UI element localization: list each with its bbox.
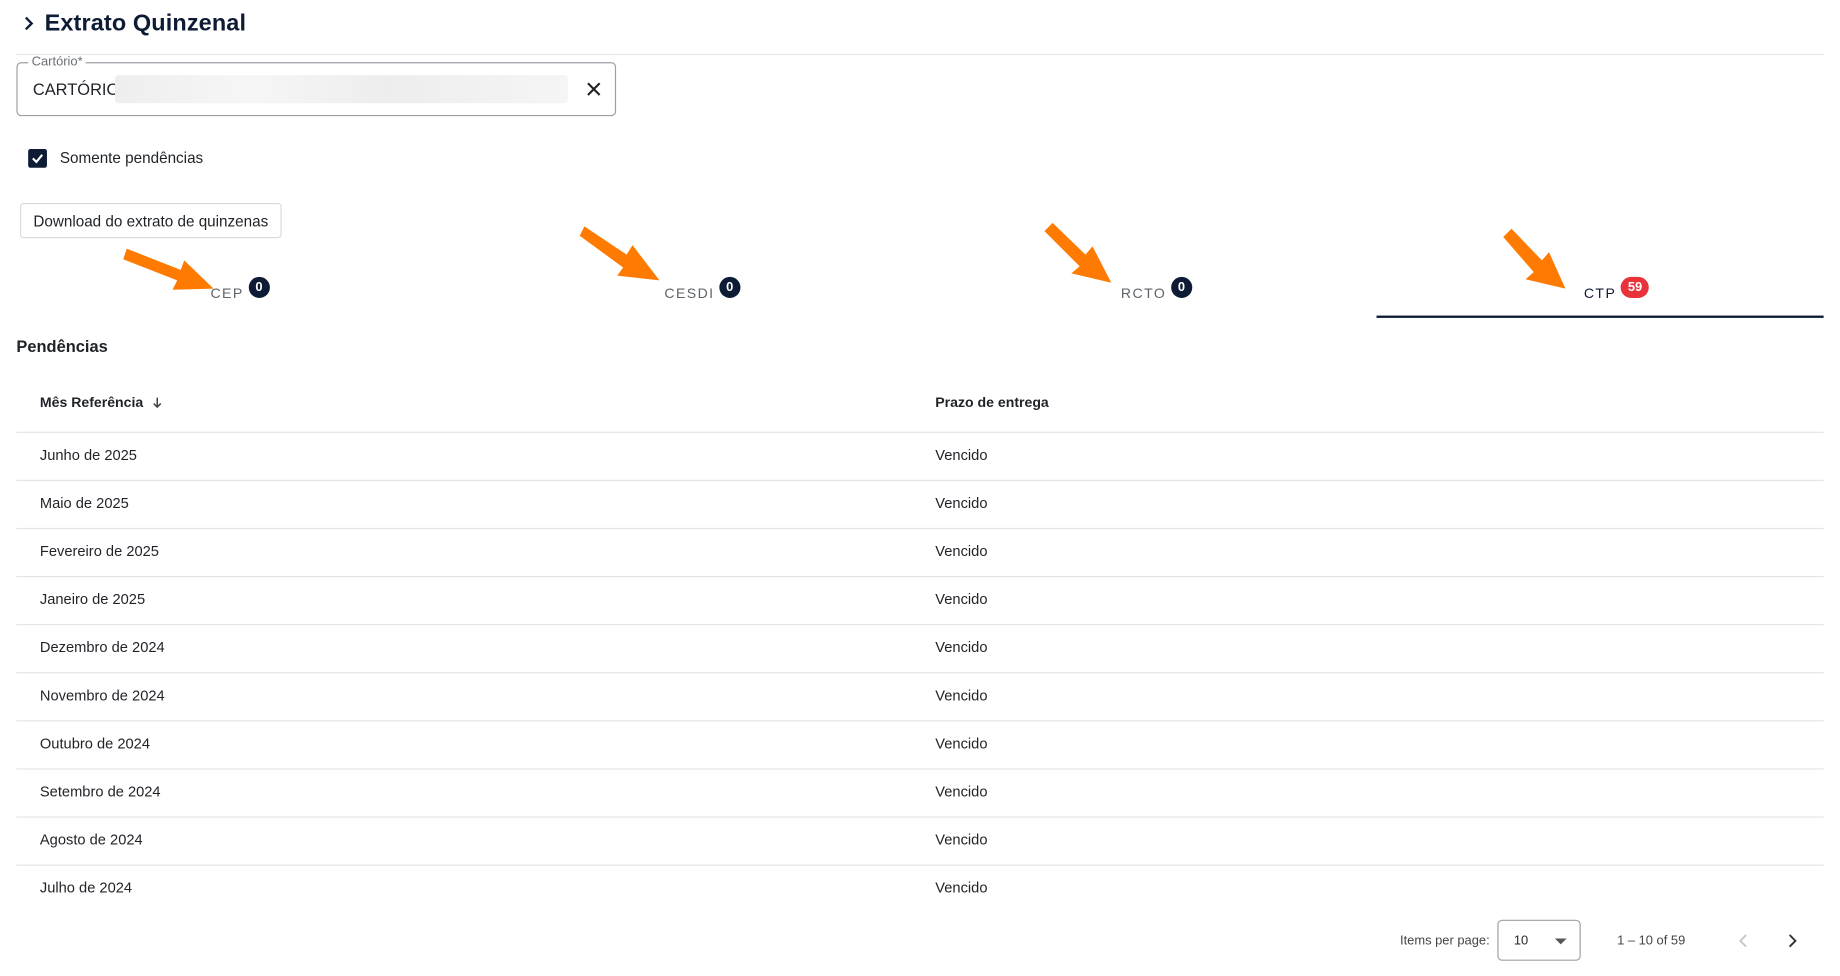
column-header-label: Mês Referência (39, 394, 144, 411)
cartorio-field-value[interactable]: CARTÓRIO (33, 80, 119, 99)
annotation-arrow-icon (1044, 222, 1112, 283)
row-divider (16, 624, 1824, 626)
count-badge: 0 (1170, 276, 1193, 298)
cell-month: Janeiro de 2025 (39, 591, 146, 608)
cell-deadline: Vencido (935, 879, 988, 897)
next-page-button[interactable] (1780, 929, 1803, 952)
cartorio-field-label: Cartório* (28, 55, 87, 70)
cell-month: Junho de 2025 (39, 446, 137, 464)
cell-deadline: Vencido (935, 543, 988, 560)
tab-cesdi[interactable]: CESDI 0 (479, 270, 926, 317)
cell-month: Maio de 2025 (39, 495, 129, 512)
only-pending-checkbox[interactable] (28, 148, 47, 168)
row-divider (16, 527, 1824, 530)
close-icon (587, 82, 601, 96)
tab-rcto[interactable]: RCTO 0 (933, 270, 1380, 317)
count-badge: 59 (1620, 276, 1650, 298)
previous-page-button[interactable] (1732, 929, 1755, 952)
count-badge: 0 (719, 276, 741, 298)
column-header-month[interactable]: Mês Referência (39, 394, 164, 411)
items-per-page-label: Items per page: (1399, 933, 1490, 948)
clear-button[interactable] (582, 77, 605, 100)
cell-month: Julho de 2024 (39, 879, 133, 897)
row-divider (16, 816, 1824, 818)
row-divider (16, 768, 1824, 770)
row-divider (16, 864, 1824, 866)
cell-month: Agosto de 2024 (39, 831, 143, 849)
annotation-arrow-icon (579, 226, 660, 281)
check-icon (32, 154, 44, 164)
cell-deadline: Vencido (935, 687, 988, 704)
row-divider (16, 431, 1824, 433)
redacted-value-mask (115, 75, 568, 104)
cell-month: Setembro de 2024 (39, 783, 161, 801)
dropdown-caret-icon[interactable] (1554, 938, 1567, 945)
active-tab-indicator (1376, 315, 1824, 318)
column-header-label: Prazo de entrega (935, 394, 1049, 411)
cell-month: Fevereiro de 2025 (39, 543, 159, 560)
row-divider (16, 575, 1824, 578)
cell-deadline: Vencido (935, 783, 988, 801)
cell-deadline: Vencido (935, 591, 988, 608)
tab-cep[interactable]: CEP 0 (16, 270, 463, 317)
cell-deadline: Vencido (935, 831, 988, 849)
items-per-page-select[interactable] (1497, 919, 1581, 961)
cell-deadline: Vencido (935, 446, 988, 464)
cell-deadline: Vencido (935, 495, 988, 512)
download-extract-button[interactable]: Download do extrato de quinzenas (19, 202, 282, 239)
annotation-arrow-icon (123, 248, 214, 290)
cell-deadline: Vencido (935, 735, 988, 752)
cell-month: Novembro de 2024 (39, 687, 165, 704)
items-per-page-value[interactable]: 10 (1514, 934, 1528, 948)
cell-month: Dezembro de 2024 (39, 639, 165, 656)
cell-month: Outubro de 2024 (39, 735, 151, 752)
page-title: Extrato Quinzenal (44, 9, 247, 36)
annotation-arrow-icon (1503, 228, 1566, 289)
page-header: Extrato Quinzenal (21, 5, 246, 43)
row-divider (16, 479, 1824, 481)
cell-deadline: Vencido (935, 639, 988, 656)
tab-ctp[interactable]: CTP 59 (1393, 270, 1840, 317)
sort-arrow-down-icon (153, 397, 162, 409)
row-divider (16, 720, 1824, 722)
chevron-right-icon[interactable] (21, 15, 37, 31)
page-range-label: 1 – 10 of 59 (1617, 933, 1686, 948)
column-header-deadline: Prazo de entrega (935, 394, 1048, 410)
count-badge: 0 (248, 276, 270, 298)
chevron-left-icon (1738, 934, 1747, 948)
section-title: Pendências (16, 336, 108, 356)
only-pending-label: Somente pendências (59, 148, 204, 167)
row-divider (16, 672, 1824, 674)
header-divider (16, 53, 1824, 56)
chevron-right-icon (1788, 934, 1797, 948)
